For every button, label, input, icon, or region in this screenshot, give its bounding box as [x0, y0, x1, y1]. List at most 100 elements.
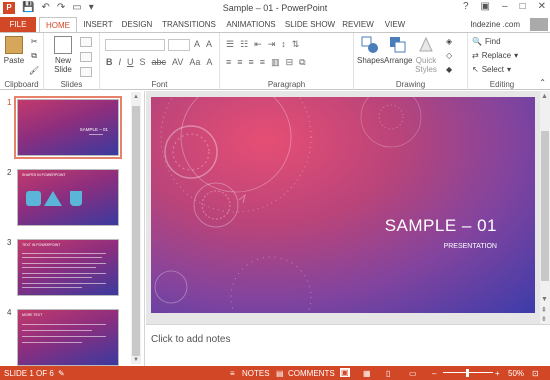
title-bar: P 💾 ↶ ↷ ▭ ▾ Sample – 01 - PowerPoint ? ▣…: [0, 0, 550, 17]
slide-title[interactable]: SAMPLE – 01: [385, 216, 497, 236]
format-painter-icon[interactable]: 🖌: [29, 66, 39, 75]
notes-icon[interactable]: ≡: [230, 369, 235, 378]
slide-thumbnail-4[interactable]: MORE TEXT: [17, 309, 119, 366]
reset-icon[interactable]: [80, 52, 92, 62]
line-spacing-icon[interactable]: ↕: [281, 39, 286, 50]
shape-effects-icon[interactable]: ◆: [446, 65, 452, 74]
shape-fill-icon[interactable]: ◈: [446, 37, 452, 46]
slide-sorter-icon[interactable]: ▦: [363, 369, 371, 378]
font-family-select[interactable]: [105, 39, 165, 51]
spelling-icon[interactable]: ✎: [58, 369, 65, 378]
quick-styles-button[interactable]: Quick Styles: [412, 36, 440, 74]
bullets-icon[interactable]: ☰: [226, 39, 234, 50]
shadow-icon[interactable]: S: [140, 57, 146, 67]
arrange-button[interactable]: Arrange: [384, 36, 412, 65]
notes-pane[interactable]: Click to add notes: [146, 324, 550, 366]
thumbnails-scrollbar[interactable]: ▲ ▼: [131, 92, 141, 364]
underline-icon[interactable]: U: [127, 57, 134, 67]
tab-design[interactable]: DESIGN: [119, 17, 155, 32]
scroll-down-icon[interactable]: ▼: [541, 296, 548, 303]
align-text-icon[interactable]: ⊟: [286, 57, 294, 68]
help-icon[interactable]: ?: [463, 1, 469, 12]
tab-insert[interactable]: INSERT: [81, 17, 115, 32]
columns-icon[interactable]: ▥: [271, 57, 280, 68]
smartart-icon[interactable]: ⧉: [299, 57, 305, 68]
comments-icon[interactable]: ▤: [276, 369, 284, 378]
reading-view-icon[interactable]: ▯: [386, 369, 390, 378]
align-left-icon[interactable]: ≡: [226, 57, 231, 68]
new-slide-button[interactable]: New Slide: [50, 36, 76, 74]
case-icon[interactable]: Aa: [189, 57, 200, 67]
find-button[interactable]: 🔍 Find: [472, 37, 501, 46]
spacing-icon[interactable]: AV: [172, 57, 183, 67]
prev-slide-icon[interactable]: ⇞: [541, 306, 547, 314]
bold-icon[interactable]: B: [106, 57, 113, 67]
replace-button[interactable]: ⇄ Replace ▾: [472, 51, 518, 60]
align-right-icon[interactable]: ≡: [249, 57, 254, 68]
zoom-out-icon[interactable]: –: [432, 369, 436, 378]
slide-thumbnail-2[interactable]: SHAPES IN POWERPOINT: [17, 169, 119, 226]
notes-placeholder[interactable]: Click to add notes: [151, 334, 231, 345]
tab-review[interactable]: REVIEW: [340, 17, 376, 32]
scrollbar-thumb[interactable]: [132, 106, 140, 356]
numbering-icon[interactable]: ☷: [240, 39, 248, 50]
normal-view-icon[interactable]: ▣: [340, 368, 350, 377]
scroll-up-icon[interactable]: ▲: [541, 93, 548, 100]
editor-scrollbar[interactable]: ▲ ▼ ⇞ ⇟: [540, 91, 550, 324]
avatar[interactable]: [530, 18, 548, 31]
text-direction-icon[interactable]: ⇅: [292, 39, 300, 50]
paste-button[interactable]: Paste: [3, 36, 25, 65]
slide-thumbnail-1[interactable]: SAMPLE – 01: [14, 96, 122, 159]
tab-animations[interactable]: ANIMATIONS: [222, 17, 280, 32]
tab-home[interactable]: HOME: [39, 17, 77, 33]
slideshow-icon[interactable]: ▭: [409, 369, 417, 378]
group-label-editing: Editing: [489, 80, 515, 89]
shapes-button[interactable]: Shapes: [357, 36, 384, 65]
slide-thumbnails-pane: 1 SAMPLE – 01 2 SHAPES IN POWERPOINT 3 T…: [0, 91, 145, 366]
current-slide[interactable]: SAMPLE – 01 PRESENTATION: [151, 97, 535, 313]
zoom-slider-handle[interactable]: [466, 369, 469, 377]
comments-button[interactable]: COMMENTS: [288, 369, 335, 378]
grow-font-icon[interactable]: A: [194, 39, 200, 49]
user-name[interactable]: Indezine .com: [470, 17, 520, 32]
italic-icon[interactable]: I: [119, 57, 122, 67]
collapse-ribbon-icon[interactable]: ⌃: [539, 78, 546, 87]
zoom-in-icon[interactable]: +: [495, 369, 500, 378]
tab-slideshow[interactable]: SLIDE SHOW: [284, 17, 336, 32]
layout-icon[interactable]: [80, 37, 92, 47]
slide-counter: SLIDE 1 OF 6: [4, 369, 54, 378]
increase-indent-icon[interactable]: ⇥: [268, 39, 276, 50]
fit-slide-icon[interactable]: ⊡: [532, 369, 539, 378]
font-size-select[interactable]: [168, 39, 190, 51]
copy-icon[interactable]: ⧉: [31, 51, 37, 61]
cut-icon[interactable]: ✂: [31, 37, 38, 46]
minimize-icon[interactable]: –: [502, 1, 508, 12]
shrink-font-icon[interactable]: A: [206, 39, 212, 49]
tab-file[interactable]: FILE: [0, 17, 36, 32]
thumb-title: SHAPES IN POWERPOINT: [22, 173, 66, 177]
scrollbar-thumb[interactable]: [541, 131, 549, 281]
notes-button[interactable]: NOTES: [242, 369, 270, 378]
shapes-icon: [361, 36, 379, 54]
tab-transitions[interactable]: TRANSITIONS: [160, 17, 218, 32]
shape-outline-icon[interactable]: ◇: [446, 51, 452, 60]
ribbon-display-icon[interactable]: ▣: [481, 1, 490, 12]
next-slide-icon[interactable]: ⇟: [541, 315, 547, 323]
justify-icon[interactable]: ≡: [260, 57, 265, 68]
slide-background-art: [154, 97, 422, 313]
select-button[interactable]: ↖ Select ▾: [472, 65, 511, 74]
scroll-down-icon[interactable]: ▼: [133, 357, 139, 363]
decrease-indent-icon[interactable]: ⇤: [254, 39, 262, 50]
tab-view[interactable]: VIEW: [381, 17, 409, 32]
slide-thumbnail-3[interactable]: TEXT IN POWERPOINT: [17, 239, 119, 296]
section-icon[interactable]: [80, 67, 92, 77]
slide-subtitle[interactable]: PRESENTATION: [444, 243, 497, 250]
strikethrough-icon[interactable]: abc: [152, 57, 167, 67]
slide-number: 1: [7, 98, 12, 107]
align-center-icon[interactable]: ≡: [237, 57, 242, 68]
close-icon[interactable]: ✕: [538, 1, 546, 12]
maximize-icon[interactable]: □: [520, 1, 526, 12]
zoom-level[interactable]: 50%: [508, 369, 524, 378]
font-color-icon[interactable]: A: [206, 57, 212, 67]
scroll-up-icon[interactable]: ▲: [133, 94, 139, 100]
